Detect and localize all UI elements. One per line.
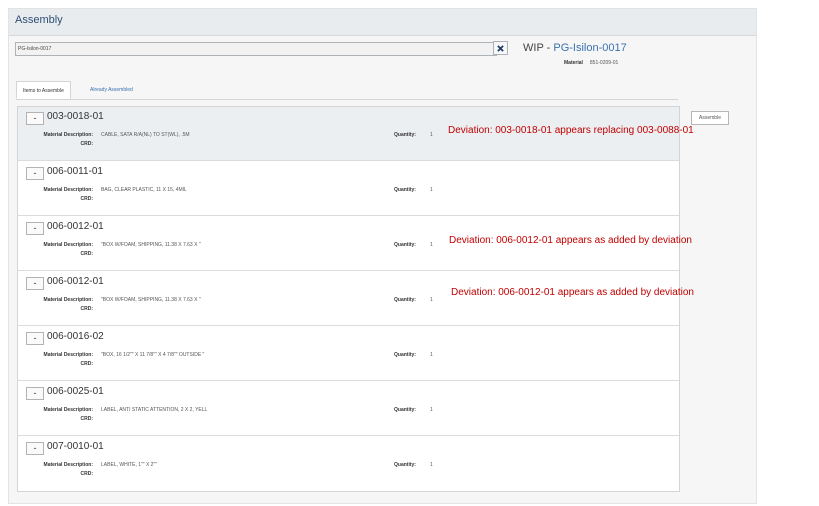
wip-prefix: WIP -: [523, 42, 554, 54]
crd-label: CRD:: [80, 416, 94, 422]
part-number: 007-0010-01: [47, 441, 104, 452]
collapse-toggle[interactable]: -: [26, 332, 44, 345]
quantity-value: 1: [430, 407, 433, 413]
tab-bar: Items to Assemble Already Assembled: [16, 81, 678, 100]
quantity-value: 1: [430, 462, 433, 468]
quantity-label: Quantity:: [394, 407, 416, 413]
list-item: - 006-0012-01 Material Description: CRD:…: [18, 272, 679, 326]
collapse-toggle[interactable]: -: [26, 442, 44, 455]
crd-label: CRD:: [80, 141, 94, 147]
quantity-value: 1: [430, 187, 433, 193]
quantity-value: 1: [430, 352, 433, 358]
quantity-label: Quantity:: [394, 132, 416, 138]
material-description-label: Material Description:: [43, 242, 93, 248]
part-number: 006-0012-01: [47, 276, 104, 287]
material-info: Material 851-0209-01: [564, 60, 618, 66]
list-item: - 006-0025-01 Material Description: CRD:…: [18, 382, 679, 436]
list-item: - 006-0011-01 Material Description: CRD:…: [18, 162, 679, 216]
collapse-toggle[interactable]: -: [26, 167, 44, 180]
part-number: 006-0016-02: [47, 331, 104, 342]
page-title: Assembly: [15, 14, 63, 26]
crd-label: CRD:: [80, 361, 94, 367]
close-icon: [497, 39, 504, 57]
deviation-note: Deviation: 006-0012-01 appears as added …: [451, 287, 694, 298]
items-list: - 003-0018-01 Material Description: CRD:…: [17, 106, 680, 492]
wip-link[interactable]: PG-Isilon-0017: [553, 42, 626, 54]
assemble-button[interactable]: Assemble: [691, 111, 729, 125]
material-description-label: Material Description:: [43, 462, 93, 468]
material-description-value: LABEL, ANTI STATIC ATTENTION, 2 X 2, YEL…: [101, 407, 208, 413]
material-label: Material: [564, 60, 583, 66]
material-description-label: Material Description:: [43, 297, 93, 303]
wip-search-input[interactable]: [15, 42, 497, 56]
collapse-toggle[interactable]: -: [26, 387, 44, 400]
part-number: 006-0025-01: [47, 386, 104, 397]
part-number: 003-0018-01: [47, 111, 104, 122]
material-description-label: Material Description:: [43, 407, 93, 413]
quantity-value: 1: [430, 132, 433, 138]
material-description-value: "BOX, 16 1/2"" X 11 7/8"" X 4 7/8"" OUTS…: [101, 352, 205, 358]
quantity-label: Quantity:: [394, 242, 416, 248]
material-description-label: Material Description:: [43, 132, 93, 138]
tab-items-to-assemble[interactable]: Items to Assemble: [16, 81, 71, 99]
quantity-label: Quantity:: [394, 352, 416, 358]
list-item: - 007-0010-01 Material Description: CRD:…: [18, 437, 679, 491]
crd-label: CRD:: [80, 471, 94, 477]
list-item: - 006-0016-02 Material Description: CRD:…: [18, 327, 679, 381]
quantity-label: Quantity:: [394, 297, 416, 303]
collapse-toggle[interactable]: -: [26, 112, 44, 125]
deviation-note: Deviation: 003-0018-01 appears replacing…: [448, 125, 694, 136]
material-description-value: "BOX W/FOAM, SHIPPING, 11.38 X 7.63 X ": [101, 242, 201, 248]
header-bar: Assembly: [9, 9, 756, 36]
clear-search-button[interactable]: [493, 41, 508, 55]
part-number: 006-0011-01: [47, 166, 103, 177]
material-description-value: LABEL, WHITE, 1"" X 2"": [101, 462, 158, 468]
wip-label: WIP - PG-Isilon-0017: [523, 42, 627, 54]
crd-label: CRD:: [80, 196, 94, 202]
tab-already-assembled[interactable]: Already Assembled: [84, 81, 139, 99]
material-description-value: BAG, CLEAR PLASTIC, 11 X 15, 4MIL: [101, 187, 187, 193]
material-value: 851-0209-01: [589, 60, 619, 66]
collapse-toggle[interactable]: -: [26, 277, 44, 290]
deviation-note: Deviation: 006-0012-01 appears as added …: [449, 235, 692, 246]
crd-label: CRD:: [80, 251, 94, 257]
quantity-value: 1: [430, 297, 433, 303]
collapse-toggle[interactable]: -: [26, 222, 44, 235]
crd-label: CRD:: [80, 306, 94, 312]
material-description-label: Material Description:: [43, 187, 93, 193]
assembly-panel: Assembly WIP - PG-Isilon-0017 Material 85…: [8, 8, 757, 504]
material-description-value: "BOX W/FOAM, SHIPPING, 11.38 X 7.63 X ": [101, 297, 201, 303]
quantity-value: 1: [430, 242, 433, 248]
quantity-label: Quantity:: [394, 462, 416, 468]
material-description-value: CABLE, SATA R/A(NL) TO ST(WL), .5M: [101, 132, 190, 138]
material-description-label: Material Description:: [43, 352, 93, 358]
part-number: 006-0012-01: [47, 221, 104, 232]
quantity-label: Quantity:: [394, 187, 416, 193]
